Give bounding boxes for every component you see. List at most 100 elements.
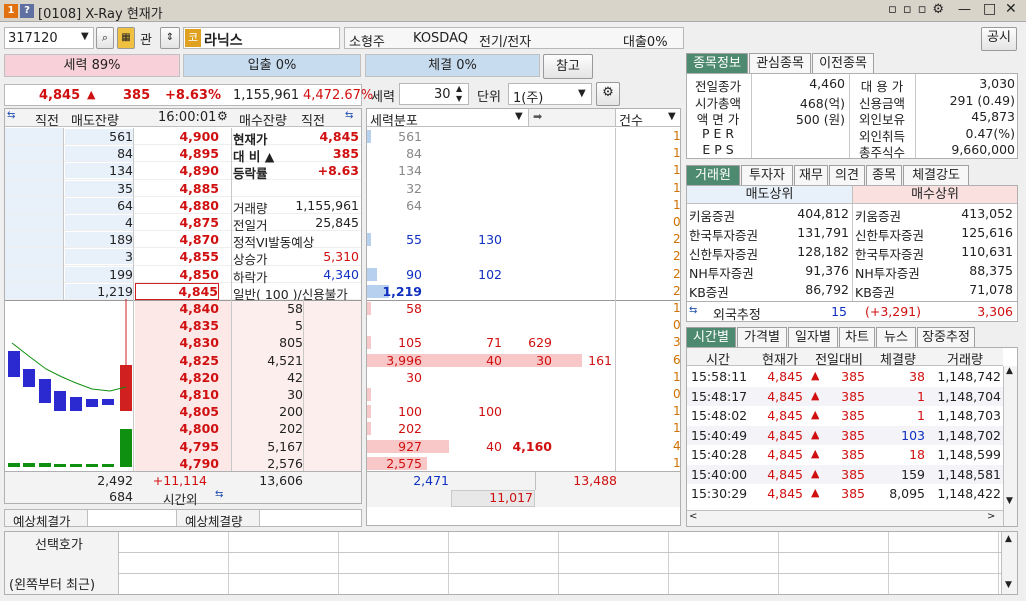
- gwan-button[interactable]: 관: [140, 29, 152, 48]
- trade-volume: 1,148,599: [937, 447, 1001, 462]
- dist-bid-row: 0: [367, 317, 681, 334]
- bid-price[interactable]: 4,840: [135, 301, 219, 316]
- ask-remaining: 4: [65, 215, 133, 230]
- trade-tab[interactable]: 일자별: [788, 327, 838, 347]
- column-divider: [63, 128, 64, 300]
- ask-price[interactable]: 4,880: [135, 198, 219, 213]
- trade-change: 385: [841, 466, 865, 482]
- close-icon[interactable]: ✕: [1005, 1, 1017, 17]
- ask-price[interactable]: 4,895: [135, 146, 219, 161]
- chevron-up-icon[interactable]: ▲: [1006, 366, 1013, 376]
- info-tab[interactable]: 이전종목: [812, 53, 874, 73]
- chevron-down-icon[interactable]: ▼: [578, 88, 586, 99]
- ask-prev-cell: [5, 145, 63, 162]
- bid-price[interactable]: 4,835: [135, 318, 219, 333]
- horizontal-scrollbar[interactable]: < >: [687, 510, 1003, 526]
- seryeok-stepper[interactable]: 30 ▲ ▼: [399, 83, 469, 105]
- bid-price[interactable]: 4,795: [135, 439, 219, 454]
- swap-icon[interactable]: ⇆: [345, 110, 353, 121]
- ask-price[interactable]: 4,845: [135, 282, 219, 300]
- mid-divider: [367, 300, 680, 301]
- broker-tab[interactable]: 의견: [829, 165, 865, 185]
- bid-price[interactable]: 4,810: [135, 387, 219, 402]
- chevron-up-icon[interactable]: ▲: [1005, 534, 1012, 544]
- calendar-icon[interactable]: ▦: [117, 27, 135, 49]
- broker-tab[interactable]: 체결강도: [903, 165, 969, 185]
- dist-ask-row: 0: [367, 214, 681, 231]
- bid-price[interactable]: 4,805: [135, 404, 219, 419]
- switch-icon[interactable]: ⇕: [160, 27, 180, 49]
- gear-icon[interactable]: ⚙: [596, 82, 620, 106]
- price-summary: 4,845 ▲ 385 +8.63% 1,155,961 4,472.67%: [4, 84, 373, 106]
- ask-price[interactable]: 4,870: [135, 232, 219, 247]
- broker-tab[interactable]: 종목: [866, 165, 902, 185]
- trade-tab[interactable]: 뉴스: [876, 327, 916, 347]
- swap-icon[interactable]: ⇆: [689, 305, 697, 316]
- ask-price[interactable]: 4,875: [135, 215, 219, 230]
- swap-icon[interactable]: ⇆: [215, 489, 223, 500]
- chevron-down-icon[interactable]: ▼: [81, 31, 89, 42]
- ask-price[interactable]: 4,890: [135, 163, 219, 178]
- bid-remaining: 202: [279, 421, 303, 437]
- dist-bid-row: 2,575 1: [367, 455, 681, 472]
- trade-tab[interactable]: 장중추정: [917, 327, 975, 347]
- candle: [54, 391, 66, 411]
- up-arrow-icon: ▲: [87, 88, 96, 101]
- broker-tab[interactable]: 투자자: [741, 165, 793, 185]
- bid-price[interactable]: 4,800: [135, 421, 219, 436]
- ask-price[interactable]: 4,850: [135, 267, 219, 282]
- trade-tab[interactable]: 가격별: [737, 327, 787, 347]
- orderbook-ask-row: 4 4,875 전일거 25,845: [5, 214, 361, 233]
- bid-price[interactable]: 4,825: [135, 353, 219, 368]
- stock-name-field[interactable]: 코 라닉스: [183, 27, 340, 49]
- help-icon[interactable]: ?: [20, 4, 34, 18]
- orderbook-ask-row: 134 4,890 등락률 +8.63: [5, 162, 361, 181]
- info-value: 1,155,961: [295, 197, 359, 213]
- minimize-icon[interactable]: —: [958, 2, 971, 17]
- column-divider: [231, 128, 232, 472]
- broker-tab[interactable]: 재무: [794, 165, 828, 185]
- selected-quote-panel: 선택호가 (왼쪽부터 최근) ▲ ▼: [4, 531, 1018, 595]
- code-input[interactable]: 317120 ▼: [4, 27, 94, 49]
- chevron-down-icon[interactable]: ▼: [668, 111, 676, 122]
- ask-price[interactable]: 4,885: [135, 181, 219, 196]
- stepper-arrows-icon[interactable]: ▲ ▼: [456, 84, 462, 104]
- trade-tab[interactable]: 차트: [839, 327, 875, 347]
- trade-tab[interactable]: 시간별: [686, 327, 736, 347]
- chevron-down-icon[interactable]: ▼: [515, 111, 523, 122]
- trade-volume: 1,148,422: [937, 486, 1001, 501]
- window-controls[interactable]: ▫▫▫⚙: [888, 2, 950, 17]
- count-select[interactable]: 건수 ▼: [615, 109, 680, 129]
- info-value: 25,845: [315, 215, 359, 230]
- notice-button[interactable]: 공시: [981, 27, 1017, 51]
- info-tab[interactable]: 관심종목: [749, 53, 811, 73]
- ask-price[interactable]: 4,855: [135, 249, 219, 264]
- ask-prev-cell: [5, 265, 63, 282]
- vertical-scrollbar[interactable]: ▲ ▼: [1003, 366, 1017, 526]
- swap-icon[interactable]: ⇆: [7, 110, 15, 121]
- bid-price[interactable]: 4,790: [135, 456, 219, 471]
- bid-price[interactable]: 4,830: [135, 335, 219, 350]
- bid-remaining: 5: [295, 318, 303, 334]
- maximize-icon[interactable]: □: [983, 1, 996, 17]
- vertical-scrollbar[interactable]: ▲ ▼: [1001, 532, 1017, 594]
- arrow-right-icon[interactable]: ➡: [533, 110, 542, 123]
- bid-price[interactable]: 4,820: [135, 370, 219, 385]
- dist-bid-row: 0: [367, 386, 681, 403]
- chevron-left-icon[interactable]: <: [689, 511, 697, 522]
- unit-select[interactable]: 1(주) ▼: [508, 83, 592, 106]
- broker-tab[interactable]: 거래원: [686, 165, 740, 185]
- gear-icon[interactable]: ⚙: [217, 109, 228, 123]
- dist-count: 2: [673, 249, 681, 264]
- dist-select[interactable]: 세력분포 ▼: [367, 109, 529, 129]
- chevron-down-icon[interactable]: ▼: [1005, 580, 1012, 590]
- trade-qty: 1: [917, 388, 925, 404]
- ask-price[interactable]: 4,900: [135, 129, 219, 144]
- search-icon[interactable]: ⌕: [96, 27, 114, 49]
- info-tab[interactable]: 종목정보: [686, 53, 748, 73]
- chevron-right-icon[interactable]: >: [987, 511, 995, 522]
- reference-button[interactable]: 참고: [543, 54, 593, 79]
- row-divider: [119, 552, 1001, 553]
- chevron-down-icon[interactable]: ▼: [1006, 496, 1013, 506]
- dist-count: 0: [673, 387, 681, 401]
